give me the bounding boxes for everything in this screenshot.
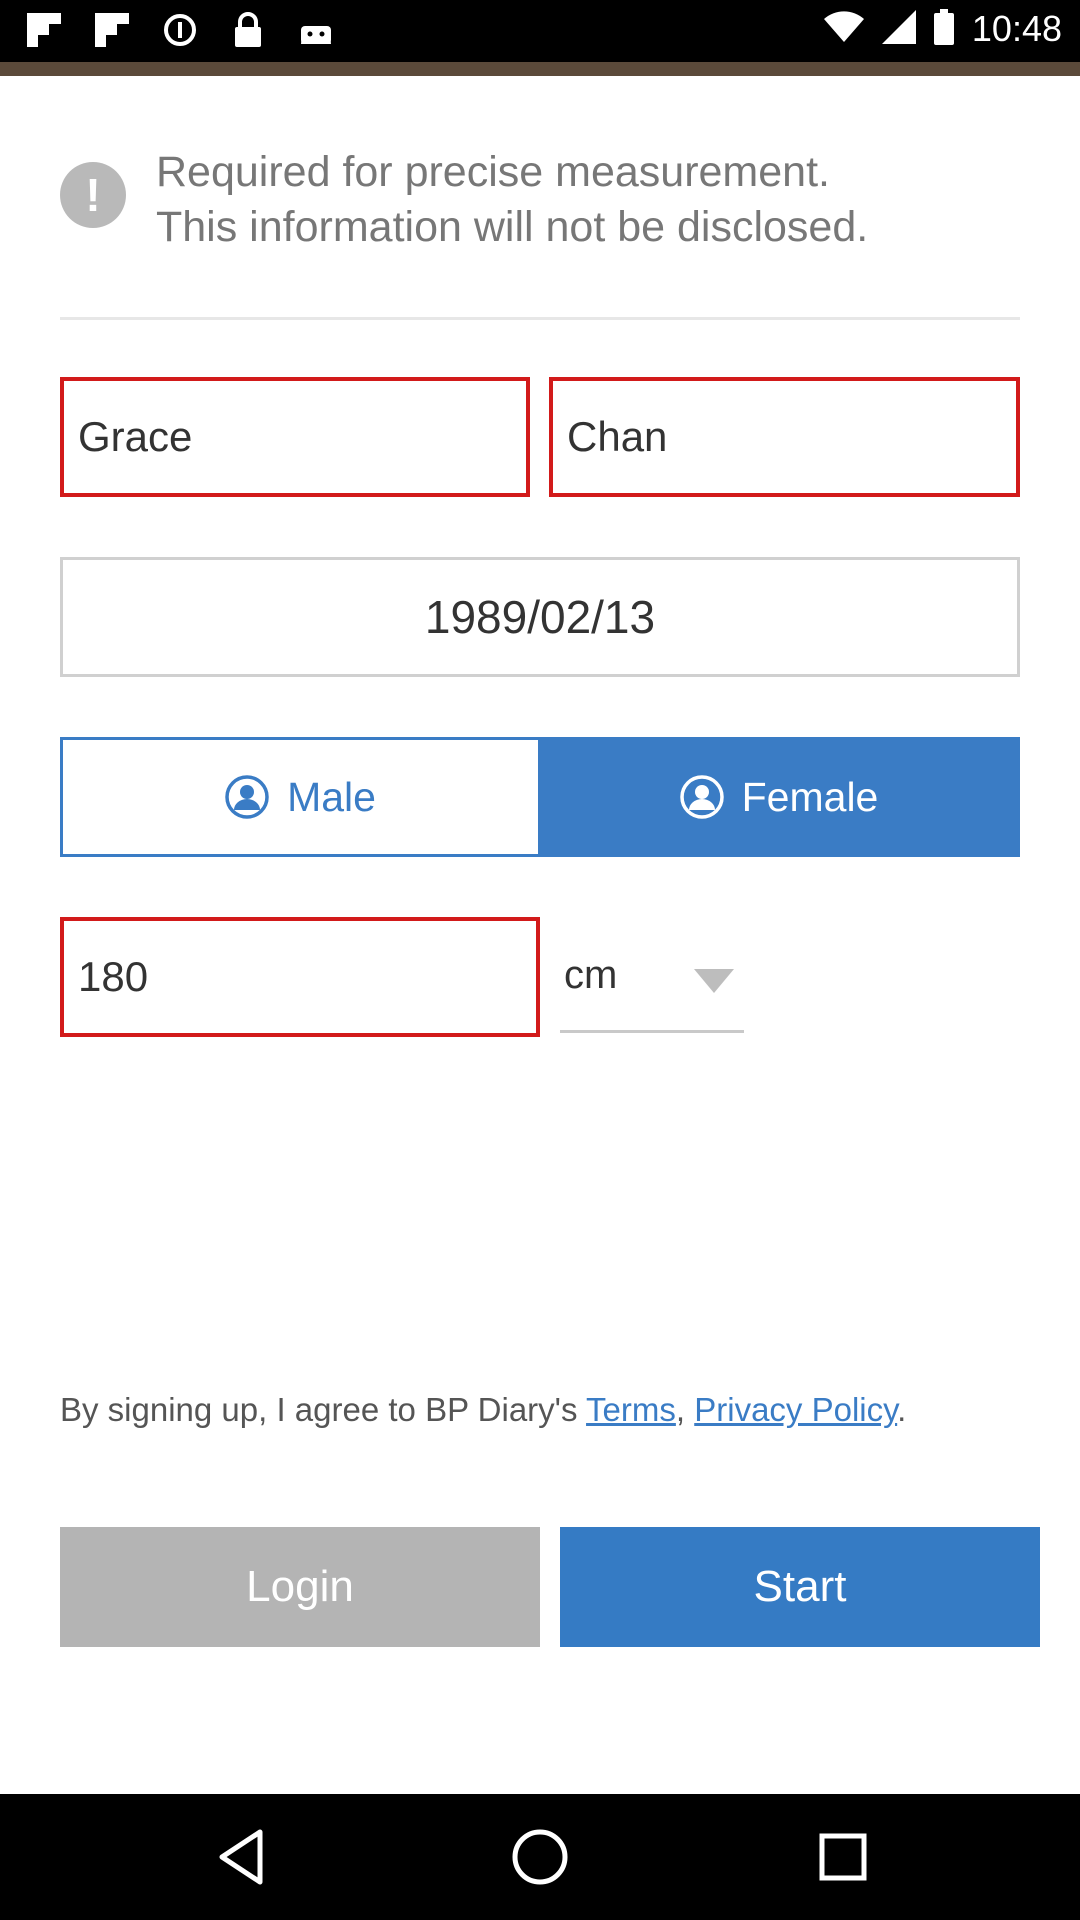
height-field[interactable]: 180 xyxy=(60,917,540,1037)
start-button[interactable]: Start xyxy=(560,1527,1040,1647)
height-unit-select[interactable]: cm xyxy=(560,917,744,1033)
signal-icon xyxy=(881,9,916,49)
flipboard-icon xyxy=(92,10,132,50)
notice-line-2: This information will not be disclosed. xyxy=(156,203,869,251)
gender-male-label: Male xyxy=(287,773,376,820)
login-label: Login xyxy=(246,1562,354,1611)
chevron-down-icon xyxy=(694,969,734,993)
exclamation-icon: ! xyxy=(60,162,126,228)
android-icon xyxy=(296,10,336,50)
header-strip xyxy=(0,62,1080,76)
first-name-value: Grace xyxy=(78,413,193,460)
terms-link[interactable]: Terms xyxy=(586,1391,676,1428)
birth-date-value: 1989/02/13 xyxy=(424,591,656,643)
person-icon xyxy=(225,775,269,819)
status-time: 10:48 xyxy=(971,8,1062,49)
lock-icon xyxy=(228,10,268,50)
login-button[interactable]: Login xyxy=(60,1527,540,1647)
first-name-field[interactable]: Grace xyxy=(60,377,530,497)
back-icon[interactable] xyxy=(210,1824,276,1890)
birth-date-field[interactable]: 1989/02/13 xyxy=(60,557,1020,677)
recents-icon[interactable] xyxy=(810,1824,876,1890)
notice-text: Required for precise measurement. This i… xyxy=(156,145,1016,255)
navigation-bar xyxy=(0,1794,1080,1920)
battery-icon xyxy=(933,8,954,50)
terms-text: By signing up, I agree to BP Diary's Ter… xyxy=(60,1391,906,1429)
gender-female-button[interactable]: Female xyxy=(538,737,1020,857)
mi-fit-icon xyxy=(160,10,200,50)
privacy-policy-link[interactable]: Privacy Policy xyxy=(694,1391,897,1428)
last-name-value: Chan xyxy=(567,413,668,460)
terms-suffix: . xyxy=(897,1391,907,1428)
person-icon xyxy=(679,775,724,819)
start-label: Start xyxy=(753,1562,847,1611)
wifi-icon xyxy=(823,10,864,48)
gender-female-label: Female xyxy=(741,773,879,820)
terms-prefix: By signing up, I agree to BP Diary's xyxy=(60,1391,587,1428)
height-unit-value: cm xyxy=(564,953,618,997)
divider xyxy=(60,317,1020,320)
height-value: 180 xyxy=(78,953,149,1000)
flipboard-icon xyxy=(24,10,64,50)
terms-separator: , xyxy=(675,1391,695,1428)
gender-male-button[interactable]: Male xyxy=(60,737,538,857)
status-bar: 10:48 xyxy=(0,0,1080,62)
home-icon[interactable] xyxy=(507,1824,573,1890)
notice-line-1: Required for precise measurement. xyxy=(156,148,830,196)
last-name-field[interactable]: Chan xyxy=(549,377,1020,497)
